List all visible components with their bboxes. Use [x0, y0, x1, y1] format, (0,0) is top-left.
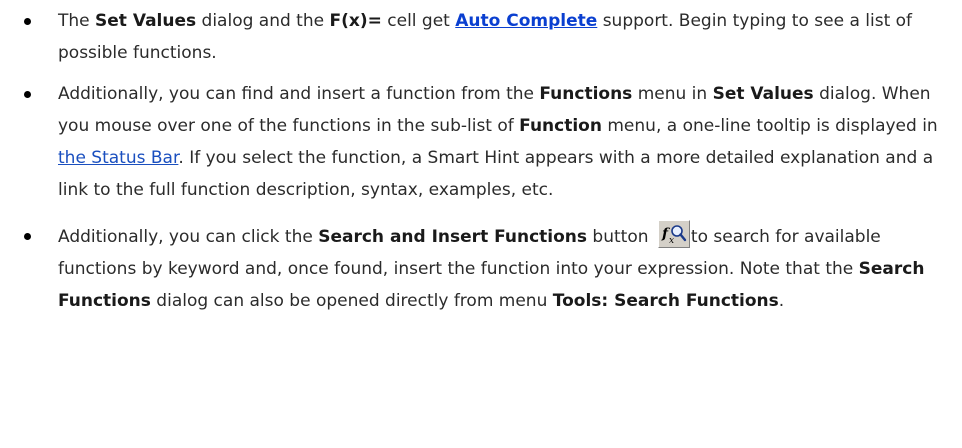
- auto-complete-link[interactable]: Auto Complete: [455, 11, 597, 31]
- bullet-text: cell get: [381, 11, 456, 31]
- search-functions-icon-glyph: f x: [661, 225, 687, 246]
- bullet-text: dialog and the: [196, 11, 330, 31]
- bullet-text: menu, a one-line tooltip is displayed in: [601, 116, 938, 136]
- functions-term: Functions: [539, 84, 633, 104]
- bullet-text: Additionally, you can click the: [58, 227, 319, 247]
- bullet-item-autocomplete: The Set Values dialog and the F(x)= cell…: [0, 0, 962, 69]
- bullet-list: The Set Values dialog and the F(x)= cell…: [0, 0, 962, 317]
- bullet-text: menu in: [632, 84, 713, 104]
- bullet-text: dialog can also be opened directly from …: [150, 291, 553, 311]
- set-values-term: Set Values: [712, 84, 814, 104]
- bullet-text: The: [58, 11, 96, 31]
- status-bar-link[interactable]: the Status Bar: [58, 148, 178, 168]
- bullet-dot: [24, 233, 31, 240]
- bullet-item-search-functions: Additionally, you can click the Search a…: [0, 220, 962, 317]
- tools-search-functions-term: Tools: Search Functions: [552, 291, 779, 311]
- search-functions-icon[interactable]: f x: [657, 220, 690, 248]
- svg-text:x: x: [669, 236, 674, 246]
- bullet-dot: [24, 91, 31, 98]
- function-term: Function: [519, 116, 602, 136]
- bullet-text: .: [778, 291, 785, 311]
- bullet-text: . If you select the function, a Smart Hi…: [58, 148, 934, 200]
- fx-cell-term: F(x)=: [329, 11, 382, 31]
- bullet-text: Additionally, you can find and insert a …: [58, 84, 540, 104]
- set-values-term: Set Values: [95, 11, 197, 31]
- help-page: The Set Values dialog and the F(x)= cell…: [0, 0, 962, 448]
- bullet-dot: [24, 18, 31, 25]
- search-insert-functions-term: Search and Insert Functions: [318, 227, 588, 247]
- bullet-item-functions-menu: Additionally, you can find and insert a …: [0, 78, 962, 206]
- bullet-text: button: [587, 227, 654, 247]
